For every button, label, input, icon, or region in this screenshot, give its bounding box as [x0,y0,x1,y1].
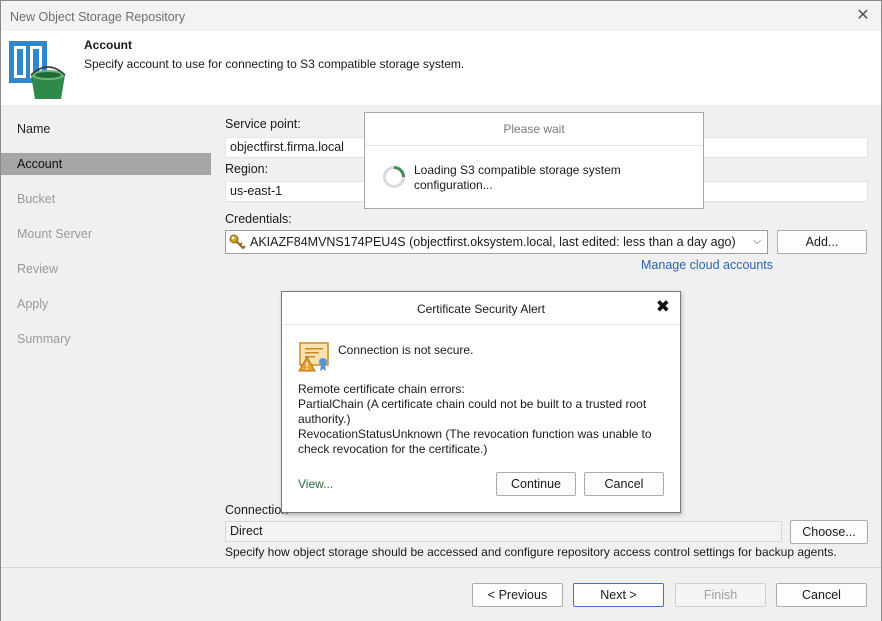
alert-error-details: Remote certificate chain errors: Partial… [298,382,670,457]
alert-title: Certificate Security Alert [416,302,546,316]
previous-button[interactable]: < Previous [472,583,563,607]
alert-close-icon[interactable]: ✖ [656,297,670,317]
object-storage-bucket-icon [9,41,66,99]
connection-field: Direct [225,521,782,542]
window-close-icon[interactable]: ✕ [853,6,873,26]
alert-main-message: Connection is not secure. [338,343,474,357]
credentials-label: Credentials: [225,212,292,226]
step-review: Review [17,262,58,276]
connection-hint: Specify how object storage should be acc… [225,545,837,559]
step-description: Specify account to use for connecting to… [84,57,465,71]
wait-dialog-title: Please wait [365,113,703,146]
choose-connection-button[interactable]: Choose... [790,520,868,544]
step-name[interactable]: Name [1,118,211,140]
wait-dialog-message: Loading S3 compatible storage system con… [414,163,621,192]
certificate-warning-icon [298,342,329,372]
alert-cancel-button[interactable]: Cancel [584,472,664,496]
chevron-down-icon: ⌵ [753,236,761,247]
step-bucket: Bucket [17,192,56,206]
step-mount-server: Mount Server [17,227,93,241]
error-partial-chain: PartialChain (A certificate chain could … [298,397,647,426]
add-credentials-button[interactable]: Add... [777,230,867,254]
credentials-dropdown[interactable]: AKIAZF84MVNS174PEU4S (objectfirst.oksyst… [225,230,768,254]
connection-label: Connection [225,503,289,517]
loading-spinner-icon [383,166,405,188]
wizard-steps: Name Account Bucket Mount Server Review … [1,106,211,566]
step-account[interactable]: Account [1,153,211,175]
step-summary: Summary [17,332,71,346]
step-title: Account [84,38,132,52]
manage-cloud-accounts-link[interactable]: Manage cloud accounts [641,258,773,272]
window-title: New Object Storage Repository [10,10,186,24]
step-apply: Apply [17,297,49,311]
view-certificate-link[interactable]: View... [298,477,333,491]
alert-header: Certificate Security Alert ✖ [282,292,680,325]
errors-heading: Remote certificate chain errors: [298,382,465,396]
credentials-value: AKIAZF84MVNS174PEU4S (objectfirst.oksyst… [250,235,736,249]
please-wait-dialog: Please wait Loading S3 compatible storag… [364,112,704,209]
next-button[interactable]: Next > [573,583,664,607]
error-revocation-unknown: RevocationStatusUnknown (The revocation … [298,427,652,456]
continue-button[interactable]: Continue [496,472,576,496]
certificate-alert-dialog: Certificate Security Alert ✖ Connection … [281,291,681,513]
wizard-footer: < Previous Next > Finish Cancel [1,567,881,621]
cancel-button[interactable]: Cancel [776,583,867,607]
title-bar: New Object Storage Repository ✕ [1,1,881,31]
step-header: Account Specify account to use for conne… [1,31,881,105]
key-icon [229,234,246,250]
region-label: Region: [225,162,269,176]
finish-button: Finish [675,583,766,607]
service-point-label: Service point: [225,117,301,131]
